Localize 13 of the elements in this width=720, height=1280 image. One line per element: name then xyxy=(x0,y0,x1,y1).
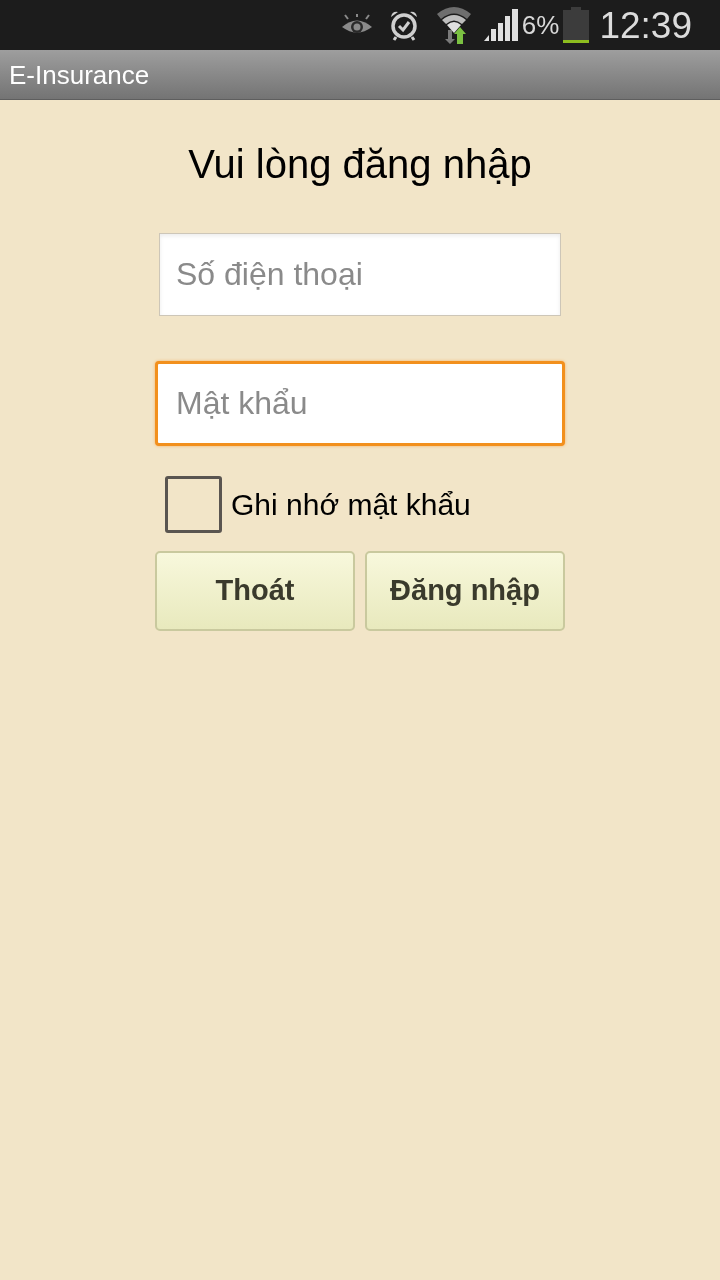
checkbox[interactable] xyxy=(165,476,222,533)
wifi-icon xyxy=(435,6,472,44)
login-button[interactable]: Đăng nhập xyxy=(365,551,565,631)
checkbox-label: Ghi nhớ mật khẩu xyxy=(231,487,471,523)
login-heading: Vui lòng đăng nhập xyxy=(187,141,533,188)
battery-percentage: 6% xyxy=(521,12,560,38)
clock-time: 12:39 xyxy=(599,6,692,44)
exit-button[interactable]: Thoát xyxy=(155,551,355,631)
input-field[interactable]: Số điện thoại xyxy=(159,233,561,316)
signal-bars-icon xyxy=(483,9,518,41)
input-field[interactable]: Mật khẩu xyxy=(155,361,565,446)
battery-icon xyxy=(563,7,590,43)
app-title: E-Insurance xyxy=(9,61,150,88)
